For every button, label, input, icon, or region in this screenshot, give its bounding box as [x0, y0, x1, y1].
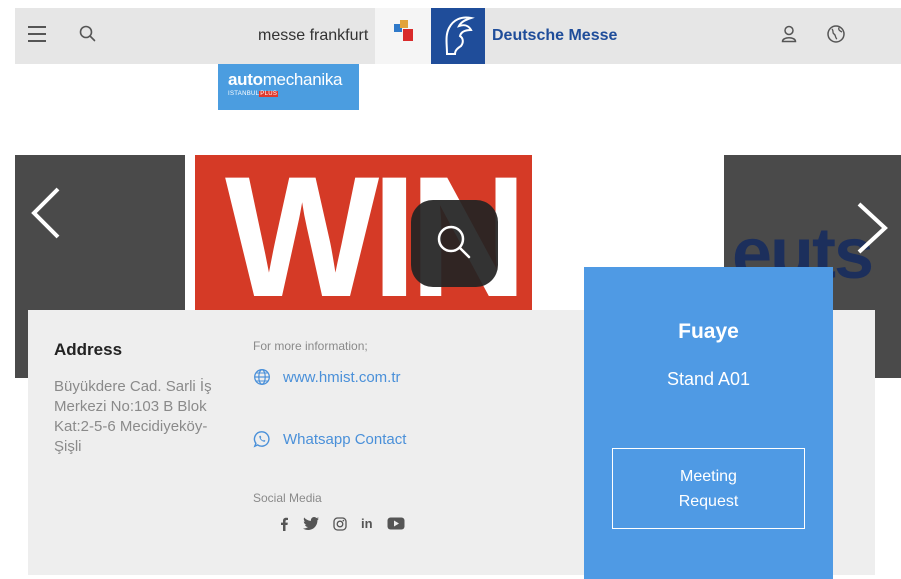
meeting-request-label-line1: Meeting: [680, 468, 737, 485]
more-info-label: For more information;: [253, 339, 368, 353]
hermes-head-icon: [445, 16, 475, 55]
youtube-icon[interactable]: [387, 517, 405, 530]
website-link[interactable]: www.hmist.com.tr: [253, 368, 401, 386]
linkedin-icon[interactable]: in: [361, 516, 373, 531]
zoom-icon: [437, 225, 471, 259]
address-title: Address: [54, 340, 123, 359]
globe-icon[interactable]: [825, 23, 847, 45]
website-link-text: www.hmist.com.tr: [283, 368, 401, 386]
facebook-icon[interactable]: [279, 517, 289, 531]
whatsapp-icon: [253, 431, 270, 448]
stand-panel: [584, 267, 833, 579]
user-icon[interactable]: [778, 23, 800, 45]
instagram-icon[interactable]: [333, 516, 347, 531]
hall-name: Fuaye: [678, 320, 739, 343]
zoom-button[interactable]: [411, 200, 498, 287]
meeting-request-label-line2: Request: [678, 493, 739, 510]
top-header: messe frankfurt Deutsche Messe: [15, 8, 901, 64]
chevron-right-icon[interactable]: [851, 200, 891, 256]
address-line: Büyükdere Cad. Sarli İş: [54, 378, 212, 395]
event-logo-sub: ISTANBULPLUS: [228, 91, 279, 97]
messe-frankfurt-link[interactable]: messe frankfurt: [258, 27, 368, 45]
deutsche-messe-link[interactable]: Deutsche Messe: [492, 27, 617, 45]
address-line: Şişli: [54, 438, 82, 455]
address-text: Büyükdere Cad. Sarli İş Merkezi No:103 B…: [54, 377, 234, 457]
address-line: Kat:2-5-6 Mecidiyeköy-: [54, 418, 208, 435]
social-media-links: in: [279, 516, 419, 531]
twitter-icon[interactable]: [303, 517, 319, 530]
automechanika-logo[interactable]: automechanika ISTANBULPLUS: [218, 64, 359, 110]
messe-frankfurt-logo[interactable]: [375, 8, 431, 64]
chevron-left-icon[interactable]: [28, 185, 64, 241]
stand-number: Stand A01: [666, 369, 751, 389]
whatsapp-link-text: Whatsapp Contact: [283, 430, 407, 448]
meeting-request-button[interactable]: Meeting Request: [612, 448, 805, 529]
menu-icon[interactable]: [28, 26, 46, 42]
social-media-label: Social Media: [253, 491, 322, 505]
globe-icon: [254, 369, 270, 385]
whatsapp-link[interactable]: Whatsapp Contact: [253, 430, 406, 448]
address-line: Merkezi No:103 B Blok: [54, 398, 207, 415]
event-logo-name: automechanika: [228, 70, 343, 89]
search-icon[interactable]: [78, 24, 98, 44]
deutsche-messe-logo[interactable]: [431, 8, 485, 64]
